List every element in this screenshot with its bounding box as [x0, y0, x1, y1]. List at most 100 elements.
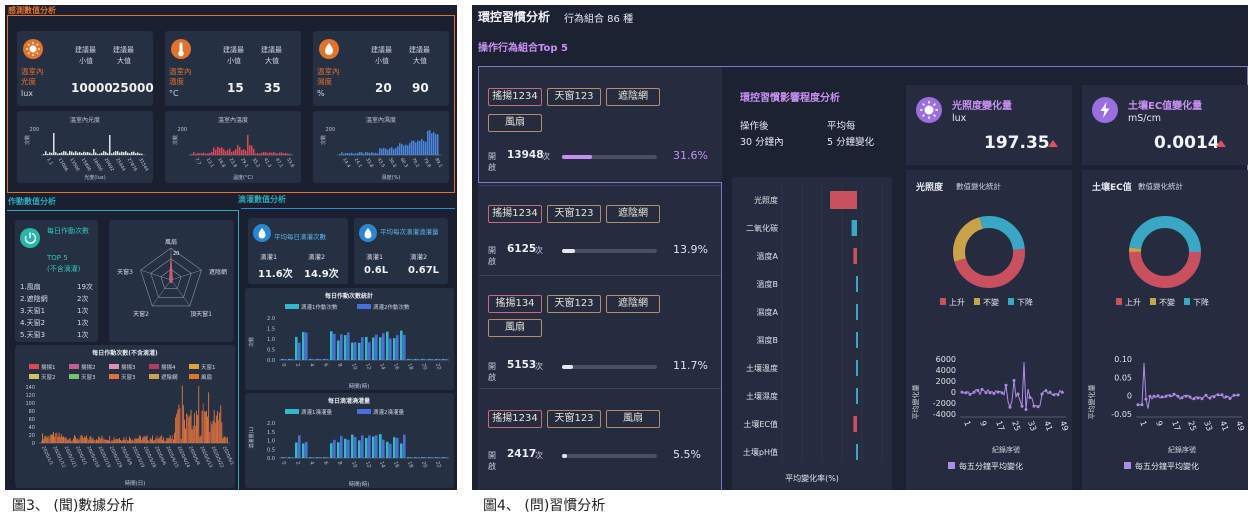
- combo-chip[interactable]: 搖揚1234: [488, 410, 542, 428]
- x-label: 時間(時): [349, 382, 370, 390]
- chart-bar: [96, 439, 97, 443]
- chart-bar: [316, 457, 319, 458]
- histogram-bar: [375, 152, 377, 155]
- chart-bar: [189, 415, 191, 443]
- histogram-bar: [205, 153, 207, 155]
- chart-bar: [375, 334, 378, 360]
- chart-bar: [316, 358, 319, 360]
- histogram-bar: [399, 143, 401, 155]
- combo-chip[interactable]: 天窗123: [547, 88, 601, 106]
- histogram-xtick: 7.7: [193, 157, 202, 166]
- line-ytick: 0: [1127, 392, 1132, 401]
- chart-bar: [217, 411, 218, 443]
- x-tick: 2: [294, 363, 301, 368]
- histogram-bar: [99, 153, 101, 155]
- chart-bar: [347, 332, 350, 360]
- chart-bar: [83, 436, 85, 443]
- legend-label: 下降: [1017, 297, 1033, 307]
- impact-bar: [853, 248, 857, 264]
- radar-label: 天窗2: [133, 310, 149, 318]
- chart-bar: [417, 358, 420, 360]
- histogram-bar: [417, 140, 419, 155]
- chart-bar: [145, 436, 147, 443]
- chart-bar: [112, 440, 114, 443]
- sensor-card: 溫室內 溫度 °C 建議最 小值 建議最 大值 15 35: [165, 31, 301, 106]
- histogram-xtick: 35.2: [251, 157, 261, 169]
- combo-unit: 次: [535, 246, 543, 255]
- chart-bar: [166, 438, 168, 443]
- histogram-bar: [225, 151, 227, 155]
- histogram-bar: [273, 152, 275, 155]
- chart-bar: [70, 440, 72, 443]
- chart-bar: [386, 331, 389, 360]
- combo-chip[interactable]: 遮陰網: [606, 205, 660, 223]
- drip-volume-chart-card: 每日滴灌澆灌量 滴灌1澆灌量 滴灌2澆灌量 澆灌量(L) 2.0 1.5 1.0 0.5 0.0…: [245, 393, 454, 488]
- histogram-bar: [69, 151, 71, 155]
- histogram: 溫室內光度次數 200 1.1 11086 13500 15890 18400 20692 25…: [24, 116, 150, 181]
- chart-bar: [337, 442, 340, 458]
- legend-label: 風扇: [201, 373, 212, 381]
- chart-bar: [382, 333, 385, 360]
- combo-chip[interactable]: 風扇: [488, 319, 542, 337]
- combo-chip[interactable]: 搖揚1234: [488, 88, 542, 106]
- lightning-icon: [1092, 97, 1118, 123]
- line-point: [1184, 394, 1188, 398]
- daily-row-count: 19次: [77, 283, 93, 291]
- combo-chip[interactable]: 天窗123: [547, 205, 601, 223]
- histogram-bar: [61, 152, 63, 155]
- histogram-bar: [73, 152, 75, 155]
- line-xtick: 49: [1234, 420, 1246, 433]
- legend-swatch: [189, 364, 199, 369]
- left-dashboard: 感測數值分析 溫室內 光度 lux 建議最 小值 建議最 大值 10000 25000 溫室內 溫度…: [5, 5, 457, 490]
- combo-chip[interactable]: 天窗123: [547, 295, 601, 313]
- combo-chip[interactable]: 搖揚134: [488, 295, 542, 313]
- line-point: [992, 392, 996, 395]
- combo-label: 開啟: [488, 152, 496, 172]
- chart-bar: [160, 435, 162, 443]
- line-point: [1160, 395, 1164, 399]
- metric-card-ec: 土壤EC值變化量 mS/cm 0.0014: [1082, 85, 1248, 165]
- radar-chart: 風扇遮陰網頂天窗1 天窗2 天窗3 20: [117, 238, 227, 318]
- combo-chip[interactable]: 風扇: [488, 114, 542, 132]
- y-tick: 2.0: [267, 421, 275, 427]
- histogram-bar: [267, 153, 269, 155]
- histogram-bar: [105, 151, 107, 155]
- chart-bar: [71, 440, 73, 443]
- chart-bar: [414, 457, 417, 458]
- chart-bar: [198, 386, 200, 443]
- y-tick: 1.5: [267, 430, 275, 436]
- impact-bar: [856, 304, 858, 320]
- combo-chip[interactable]: 遮陰網: [606, 295, 660, 313]
- legend-swatch: [1008, 298, 1014, 305]
- combo-progress: [562, 365, 657, 369]
- chart-bar: [372, 436, 375, 458]
- chart-bar: [291, 358, 294, 360]
- chart-bar: [421, 358, 424, 360]
- x-tick: 0: [280, 461, 287, 466]
- combo-chip[interactable]: 搖揚1234: [488, 205, 542, 223]
- x-tick: 12: [364, 363, 372, 371]
- chart-bar: [116, 439, 118, 443]
- combo-chip[interactable]: 遮陰網: [606, 88, 660, 106]
- histogram-bar: [243, 149, 245, 155]
- line-point: [1200, 397, 1204, 401]
- histogram-xtick: 13500: [68, 157, 80, 173]
- legend-swatch: [285, 304, 299, 309]
- histogram-bar: [197, 152, 199, 155]
- x-tick: 6: [322, 461, 329, 466]
- chart-bar: [165, 440, 167, 443]
- line-point: [972, 390, 976, 394]
- chart-bar: [187, 414, 189, 443]
- histogram-bar: [369, 153, 371, 155]
- combo-chip[interactable]: 風扇: [606, 410, 660, 428]
- chart-bar: [428, 457, 431, 458]
- chart-bar: [206, 410, 207, 443]
- chart-bar: [176, 413, 178, 443]
- chart-bar: [445, 457, 448, 458]
- histogram-bar: [209, 152, 211, 155]
- chart-bar: [354, 342, 357, 360]
- line-series: [1138, 362, 1240, 409]
- combo-chip[interactable]: 天窗123: [547, 410, 601, 428]
- chart-bar: [445, 358, 448, 360]
- radar-label: 風扇: [165, 238, 177, 246]
